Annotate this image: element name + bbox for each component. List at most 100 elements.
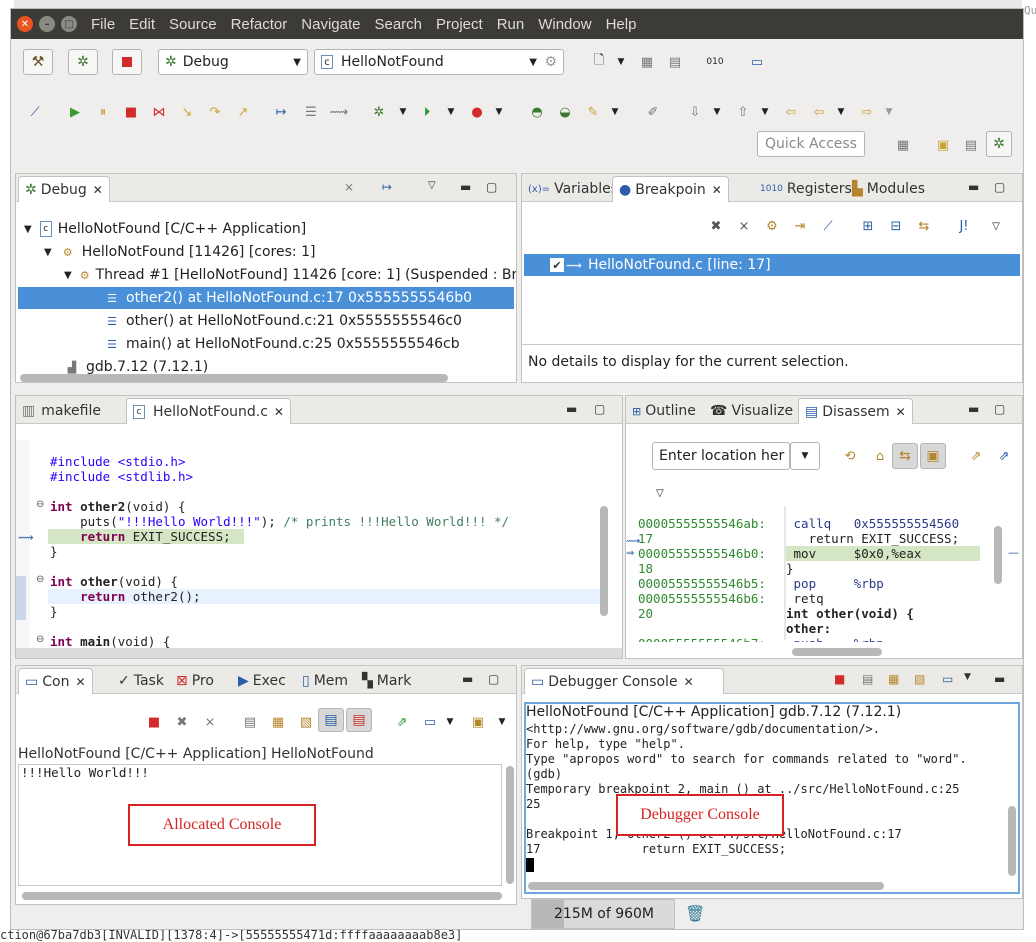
tab-problems[interactable]: ⊠ Pro	[170, 668, 220, 694]
tab-console[interactable]: ▭ Con ✕	[18, 668, 93, 694]
tab-makefile[interactable]: ▥ makefile	[16, 398, 107, 424]
cpp-perspective-icon[interactable]: ▣	[933, 135, 953, 155]
tab-executables[interactable]: ▶ Exec	[232, 668, 292, 694]
fold-icon[interactable]: ⊖	[36, 574, 44, 585]
minimize-icon[interactable]: ▬	[462, 672, 473, 686]
tab-debugger-console[interactable]: ▭ Debugger Console ✕	[524, 668, 724, 694]
code-line[interactable]: int main(void) {	[50, 634, 170, 649]
chevron-down-icon[interactable]: ▼	[24, 224, 32, 235]
step-return-icon[interactable]: ↗	[233, 102, 253, 122]
step-filter-icon[interactable]: ↦	[382, 180, 392, 194]
forward-icon[interactable]: ⇨	[857, 102, 877, 122]
open-new-view-icon[interactable]: ⇗	[966, 446, 986, 466]
launch-target-select[interactable]: c HelloNotFound ▼ ⚙	[314, 49, 564, 75]
maximize-icon[interactable]: ▢	[594, 402, 605, 416]
word-wrap-icon[interactable]: ▧	[296, 712, 316, 732]
save-all-icon[interactable]: ▤	[665, 52, 685, 72]
scroll-lock-icon[interactable]: ▦	[268, 712, 288, 732]
tab-markers[interactable]: ▚ Mark	[356, 668, 417, 694]
link-icon[interactable]: ⇆	[914, 216, 934, 236]
next-annotation-dropdown-icon[interactable]: ▼	[707, 102, 727, 122]
remove-all-icon[interactable]: ⨯	[734, 216, 754, 236]
debug-dropdown-icon[interactable]: ▼	[393, 102, 413, 122]
pin-view-icon[interactable]: ⇗	[994, 446, 1014, 466]
menu-file[interactable]: File	[91, 16, 115, 33]
open-console-dropdown-icon[interactable]: ▼	[492, 712, 512, 732]
code-line[interactable]: }	[50, 544, 58, 559]
open-perspective-icon[interactable]: ▦	[893, 135, 913, 155]
code-area[interactable]: #include <stdio.h> #include <stdlib.h> int…	[50, 454, 602, 650]
home-icon[interactable]: ⌂	[870, 446, 890, 466]
debug-perspective-button[interactable]: ✲	[986, 131, 1012, 157]
tree-item-frame[interactable]: ☰ main() at HelloNotFound.c:25 0x5555555…	[104, 333, 460, 355]
display-console-icon[interactable]: ▭	[942, 672, 953, 686]
expand-all-icon[interactable]: ⊞	[858, 216, 878, 236]
minimize-icon[interactable]: ▬	[566, 402, 577, 416]
external-tools-icon[interactable]: ●	[467, 102, 487, 122]
tab-debug[interactable]: ✲ Debug ✕	[18, 176, 110, 202]
close-icon[interactable]: ✕	[274, 405, 284, 419]
debugger-console-output[interactable]: <http://www.gnu.org/software/gdb/documen…	[526, 722, 1008, 864]
view-menu-icon[interactable]: ▽	[428, 180, 436, 191]
remove-launch-icon[interactable]: ✖	[172, 712, 192, 732]
menu-navigate[interactable]: Navigate	[301, 16, 360, 33]
checkbox-checked-icon[interactable]: ✔	[550, 258, 564, 272]
horizontal-scrollbar[interactable]	[528, 882, 884, 890]
code-line[interactable]: int other2(void) {	[50, 499, 185, 514]
close-window-icon[interactable]: ✕	[17, 16, 33, 32]
code-line[interactable]: puts("!!!Hello World!!!"); /* prints !!!…	[50, 514, 509, 529]
add-event-icon[interactable]: J!	[954, 216, 974, 236]
fold-icon[interactable]: ⊖	[36, 499, 44, 510]
menu-refactor[interactable]: Refactor	[231, 16, 288, 33]
tree-item-thread[interactable]: ▼ ⚙ Thread #1 [HelloNotFound] 11426 [cor…	[64, 264, 516, 286]
quick-access-input[interactable]: Quick Access	[757, 131, 865, 157]
minimize-icon[interactable]: ▬	[968, 402, 979, 416]
menu-source[interactable]: Source	[169, 16, 217, 33]
breakpoint-marker-icon[interactable]: ⟿	[18, 531, 34, 544]
tab-breakpoints[interactable]: ● Breakpoin ✕	[612, 176, 729, 202]
tab-hellonotfound-c[interactable]: c HelloNotFound.c ✕	[126, 398, 291, 424]
prev-annotation-icon[interactable]: ⇧	[733, 102, 753, 122]
resume-icon[interactable]: ▶	[65, 102, 85, 122]
terminate-icon[interactable]: ■	[834, 672, 845, 686]
step-into-icon[interactable]: ↘	[177, 102, 197, 122]
new-dropdown-icon[interactable]: ▼	[611, 52, 631, 72]
tab-visualize[interactable]: ☎ Visualize	[704, 398, 799, 424]
vertical-scrollbar[interactable]	[506, 766, 514, 884]
maximize-window-icon[interactable]: □	[61, 16, 77, 32]
prev-annotation-dropdown-icon[interactable]: ▼	[755, 102, 775, 122]
minimize-window-icon[interactable]: –	[39, 16, 55, 32]
restart-icon[interactable]: ☰	[301, 102, 321, 122]
breakpoint-item-selected[interactable]: ✔ ⟿ HelloNotFound.c [line: 17]	[524, 254, 1020, 276]
instruction-stepping-icon[interactable]: ↦	[271, 102, 291, 122]
new-icon[interactable]: 🗋	[589, 52, 609, 72]
maximize-icon[interactable]: ▢	[994, 180, 1005, 194]
go-to-file-icon[interactable]: ⇥	[790, 216, 810, 236]
close-icon[interactable]: ✕	[684, 675, 694, 689]
terminate-icon[interactable]: ■	[121, 102, 141, 122]
tree-item-frame-selected[interactable]: ☰ other2() at HelloNotFound.c:17 0x55555…	[18, 287, 514, 309]
clear-console-icon[interactable]: ▤	[862, 672, 873, 686]
tree-item-frame[interactable]: ☰ other() at HelloNotFound.c:21 0x555555…	[104, 310, 462, 332]
display-console-dropdown-icon[interactable]: ▼	[440, 712, 460, 732]
open-type-icon[interactable]: ◓	[527, 102, 547, 122]
pin-console-icon[interactable]: ⇗	[392, 712, 412, 732]
close-icon[interactable]: ✕	[93, 183, 103, 197]
reverse-icon[interactable]: ⟿	[329, 102, 349, 122]
menu-run[interactable]: Run	[497, 16, 525, 33]
code-line[interactable]: return EXIT_SUCCESS;	[50, 529, 231, 544]
last-edit-icon[interactable]: ⇦	[781, 102, 801, 122]
scroll-lock-icon[interactable]: ▦	[888, 672, 899, 686]
maximize-icon[interactable]: ▢	[486, 180, 497, 194]
skip-all-icon[interactable]: ⟋	[818, 216, 838, 236]
search-dropdown-icon[interactable]: ▼	[605, 102, 625, 122]
save-icon[interactable]: ▦	[637, 52, 657, 72]
show-supported-icon[interactable]: ⚙	[762, 216, 782, 236]
clear-console-icon[interactable]: ▤	[240, 712, 260, 732]
location-dropdown[interactable]: ▼	[790, 442, 820, 470]
menu-window[interactable]: Window	[538, 16, 591, 33]
show-on-stderr-button[interactable]: ▤	[346, 708, 372, 732]
step-over-icon[interactable]: ↷	[205, 102, 225, 122]
code-line[interactable]: return other2();	[50, 589, 200, 604]
binary-icon[interactable]: 010	[705, 52, 725, 72]
